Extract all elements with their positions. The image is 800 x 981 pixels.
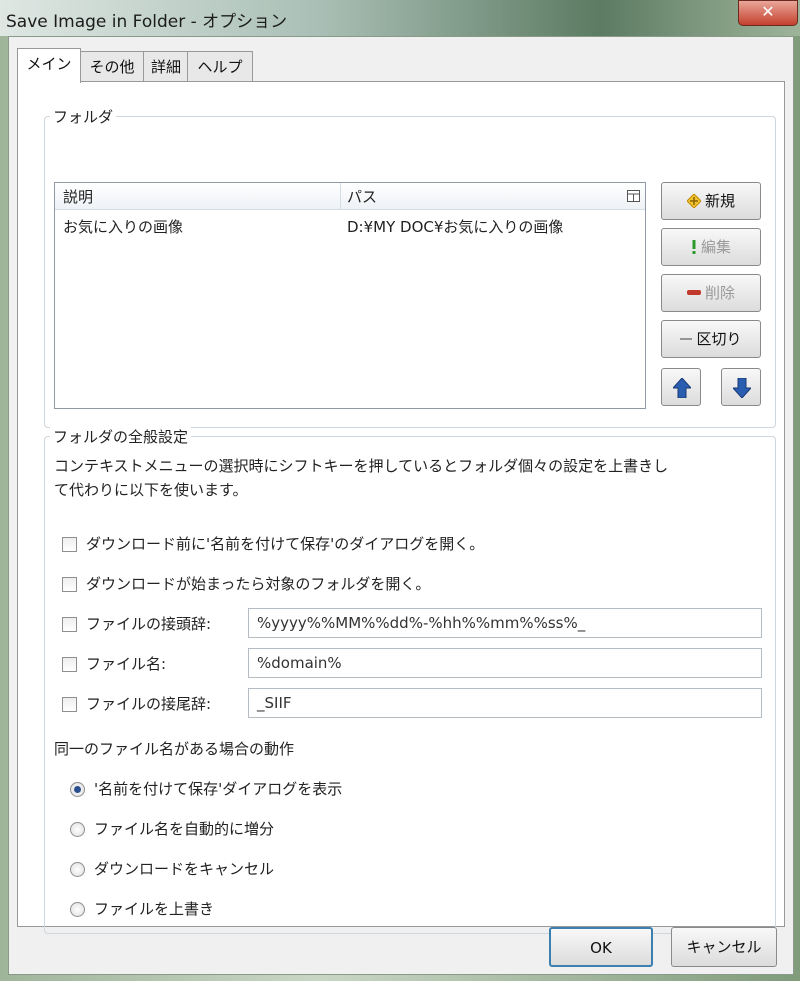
list-item-path: D:¥MY DOC¥お気に入りの画像 [347, 218, 564, 236]
radio-show-dialog-label: '名前を付けて保存'ダイアログを表示 [94, 780, 343, 798]
tab-other-label: その他 [89, 58, 135, 76]
description-line-1: コンテキストメニューの選択時にシフトキーを押しているとフォルダ個々の設定を上書き… [54, 457, 669, 475]
dialog-client: メイン その他 詳細 ヘルプ フォルダ 説明 パス お気に入りの画像 D:¥MY… [8, 36, 794, 975]
open-save-dialog-label: ダウンロード前に'名前を付けて保存'のダイアログを開く。 [86, 535, 485, 553]
radio-cancel-download[interactable] [70, 862, 85, 877]
minus-icon [686, 290, 701, 295]
folder-list[interactable]: 説明 パス お気に入りの画像 D:¥MY DOC¥お気に入りの画像 [54, 182, 646, 409]
filename-checkbox[interactable] [62, 657, 77, 672]
radio-overwrite-label: ファイルを上書き [94, 900, 215, 918]
radio-auto-increment[interactable] [70, 822, 85, 837]
separator-button-label: 区切り [696, 330, 742, 348]
window-title: Save Image in Folder - オプション [6, 12, 288, 32]
column-divider[interactable] [340, 183, 341, 209]
radio-overwrite[interactable] [70, 902, 85, 917]
tab-help[interactable]: ヘルプ [187, 51, 253, 82]
filename-label: ファイル名: [86, 655, 167, 673]
radio-auto-increment-label: ファイル名を自動的に増分 [94, 820, 275, 838]
column-path[interactable]: パス [347, 186, 377, 207]
exclamation-icon [692, 240, 696, 254]
new-button-label: 新規 [704, 192, 735, 210]
title-bar: Save Image in Folder - オプション ✕ [0, 0, 800, 36]
ok-button-label: OK [590, 939, 612, 957]
delete-button[interactable]: 削除 [661, 274, 761, 312]
open-save-dialog-checkbox[interactable] [62, 537, 77, 552]
new-button[interactable]: 新規 [661, 182, 761, 220]
delete-button-label: 削除 [704, 284, 735, 302]
tab-details[interactable]: 詳細 [143, 51, 189, 82]
edit-button-label: 編集 [700, 238, 731, 256]
dash-icon [680, 338, 693, 340]
tab-panel-main: フォルダ 説明 パス お気に入りの画像 D:¥MY DOC¥お気に入りの画像 新… [17, 81, 785, 934]
ok-button[interactable]: OK [549, 927, 653, 967]
list-item-description: お気に入りの画像 [63, 218, 184, 236]
tab-main-label: メイン [26, 55, 72, 73]
radio-cancel-download-label: ダウンロードをキャンセル [94, 860, 275, 878]
prefix-input[interactable]: %yyyy%%MM%%dd%-%hh%%mm%%ss%_ [248, 608, 762, 638]
edit-button[interactable]: 編集 [661, 228, 761, 266]
tab-other[interactable]: その他 [79, 51, 145, 82]
column-chooser-icon[interactable] [627, 190, 640, 202]
description-line-2: て代わりに以下を使います。 [54, 481, 248, 499]
suffix-input[interactable]: _SIIF [248, 688, 762, 718]
diamond-plus-icon [686, 194, 701, 208]
global-settings-description: コンテキストメニューの選択時にシフトキーを押しているとフォルダ個々の設定を上書き… [54, 454, 774, 502]
global-settings-label: フォルダの全般設定 [50, 426, 192, 447]
move-up-button[interactable] [661, 368, 701, 406]
close-icon: ✕ [761, 2, 775, 21]
tab-main[interactable]: メイン [17, 48, 81, 83]
radio-show-dialog[interactable] [70, 782, 85, 797]
move-down-button[interactable] [721, 368, 761, 406]
suffix-checkbox[interactable] [62, 697, 77, 712]
filename-input[interactable]: %domain% [248, 648, 762, 678]
cancel-button[interactable]: キャンセル [671, 927, 777, 967]
open-folder-label: ダウンロードが始まったら対象のフォルダを開く。 [86, 575, 431, 593]
folder-group-label: フォルダ [50, 106, 117, 127]
open-folder-checkbox[interactable] [62, 577, 77, 592]
folder-list-header: 説明 パス [55, 183, 645, 210]
cancel-button-label: キャンセル [686, 938, 762, 956]
tab-details-label: 詳細 [150, 58, 181, 76]
separator-button[interactable]: 区切り [661, 320, 761, 358]
arrow-down-icon [733, 378, 751, 398]
suffix-label: ファイルの接尾辞: [86, 695, 212, 713]
tab-help-label: ヘルプ [197, 58, 243, 76]
close-button[interactable]: ✕ [738, 0, 798, 26]
arrow-up-icon [673, 378, 691, 398]
column-description[interactable]: 説明 [63, 186, 93, 207]
prefix-checkbox[interactable] [62, 617, 77, 632]
duplicate-heading: 同一のファイル名がある場合の動作 [54, 740, 295, 758]
options-window: Save Image in Folder - オプション ✕ メイン その他 詳… [0, 0, 800, 981]
prefix-label: ファイルの接頭辞: [86, 615, 212, 633]
list-item[interactable]: お気に入りの画像 D:¥MY DOC¥お気に入りの画像 [55, 213, 645, 239]
